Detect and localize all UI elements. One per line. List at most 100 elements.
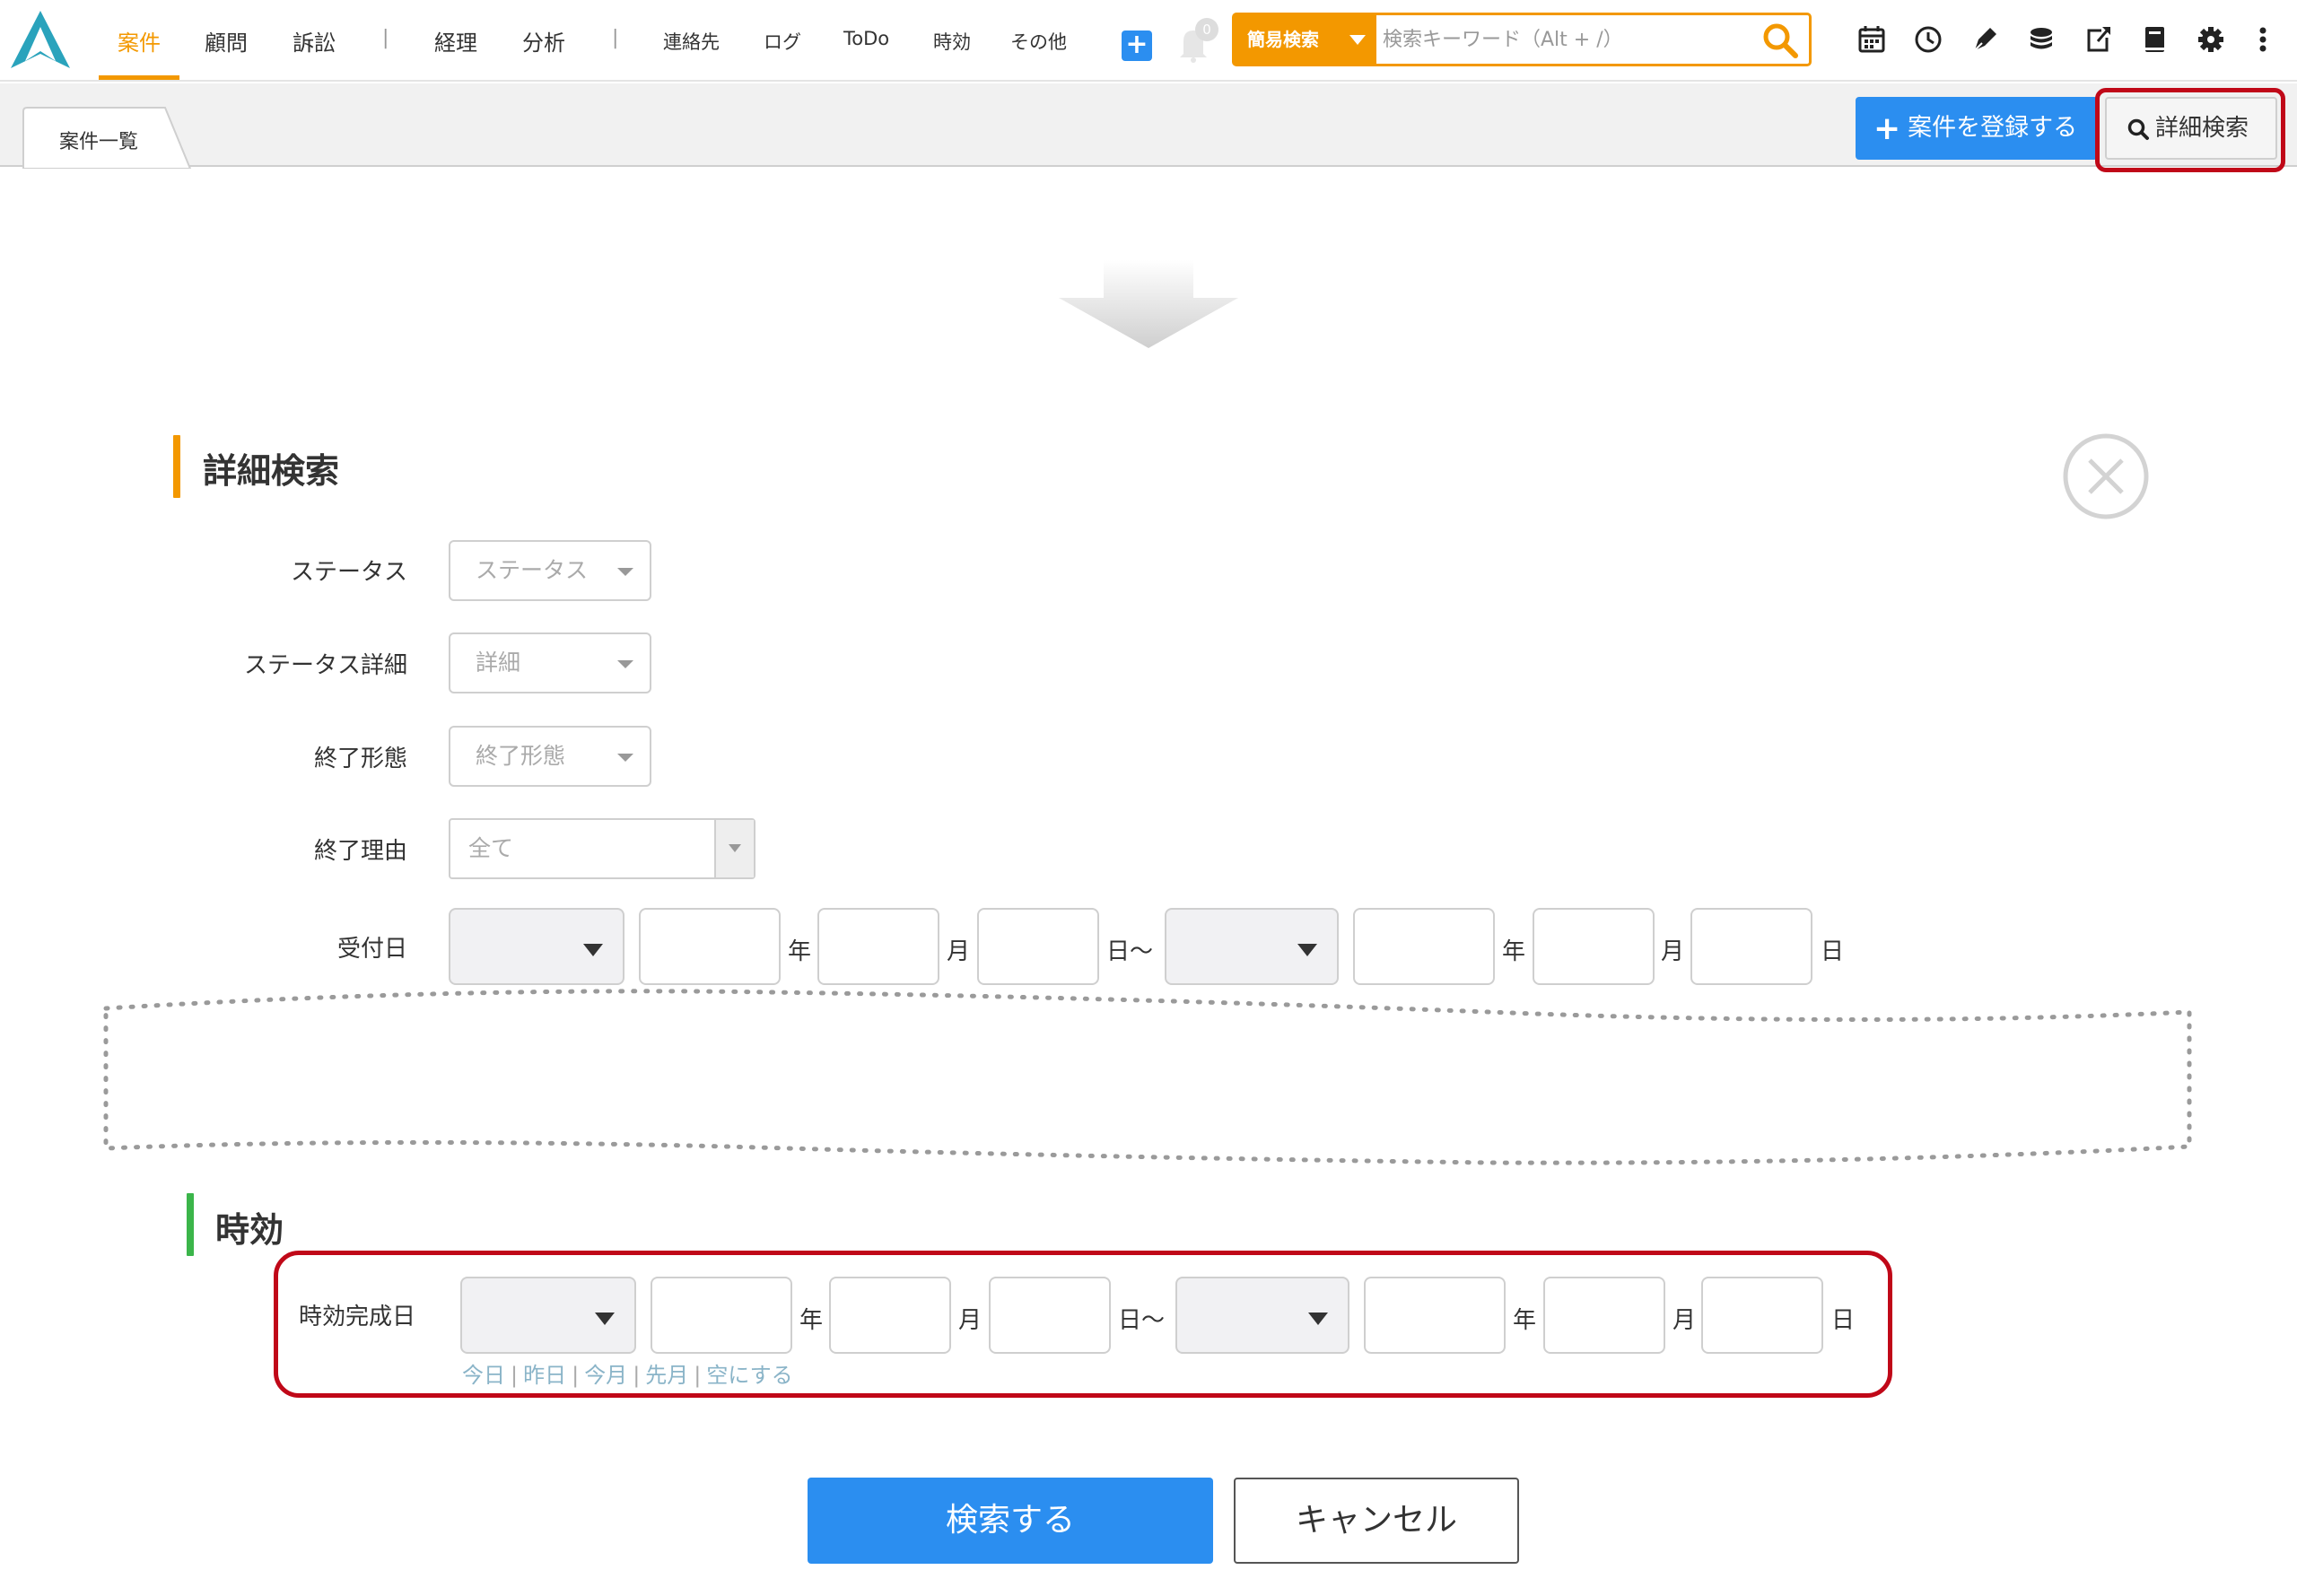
close-icon[interactable] <box>2062 432 2150 520</box>
quick-link-last-month[interactable]: 先月 <box>645 1363 688 1388</box>
completion-date-day-from[interactable] <box>989 1277 1111 1354</box>
status-detail-select[interactable]: 詳細 <box>449 632 651 693</box>
completion-date-era-select-from[interactable] <box>460 1277 636 1354</box>
received-date-era-select-to[interactable] <box>1165 908 1339 985</box>
status-detail-label: ステータス詳細 <box>243 652 407 679</box>
unit-year: 年 <box>1513 1307 1537 1334</box>
end-reason-select[interactable]: 全て <box>449 818 755 879</box>
quick-add-button[interactable]: + <box>1122 31 1152 61</box>
detail-search-title: 詳細検索 <box>203 451 340 491</box>
arrow-down-icon <box>1059 260 1238 348</box>
quick-link-yesterday[interactable]: 昨日 <box>523 1363 566 1388</box>
quick-link-separator: | <box>511 1363 519 1388</box>
nav-item-accounting[interactable]: 経理 <box>434 25 477 57</box>
status-detail-select-value: 詳細 <box>476 650 521 676</box>
tab-case-list[interactable]: 案件一覧 <box>59 126 138 154</box>
status-select[interactable]: ステータス <box>449 540 651 601</box>
nav-item-limitation[interactable]: 時効 <box>933 28 971 55</box>
nav-item-advisory[interactable]: 顧問 <box>205 25 248 57</box>
status-select-value: ステータス <box>476 557 589 583</box>
chevron-down-icon <box>617 568 633 576</box>
unit-month: 月 <box>1661 938 1685 965</box>
pen-icon[interactable] <box>1967 22 2003 57</box>
completion-date-day-to[interactable] <box>1701 1277 1823 1354</box>
received-date-year-from[interactable] <box>639 908 781 985</box>
unit-year: 年 <box>1502 938 1526 965</box>
received-date-era-select-from[interactable] <box>449 908 624 985</box>
search-mode-label: 簡易検索 <box>1247 29 1319 50</box>
calendar-icon[interactable] <box>1854 22 1890 57</box>
quick-link-this-month[interactable]: 今月 <box>584 1363 627 1388</box>
received-date-day-from[interactable] <box>977 908 1099 985</box>
quick-link-separator: | <box>694 1363 702 1388</box>
nav-item-log[interactable]: ログ <box>764 28 801 55</box>
unit-month: 月 <box>958 1307 983 1334</box>
received-date-day-to[interactable] <box>1690 908 1812 985</box>
nav-separator: | <box>382 27 389 49</box>
nav-active-underline <box>99 75 179 80</box>
highlight-frame <box>2095 88 2285 172</box>
chevron-down-icon <box>1297 944 1317 956</box>
quick-link-today[interactable]: 今日 <box>462 1363 505 1388</box>
chevron-down-icon <box>617 754 633 762</box>
chevron-down-icon <box>617 660 633 668</box>
quick-search-box: 簡易検索 <box>1232 13 1812 66</box>
dropdown-arrow-icon <box>714 820 754 877</box>
received-date-year-to[interactable] <box>1353 908 1495 985</box>
limitation-title: 時効 <box>215 1210 284 1250</box>
date-quick-links: 今日 | 昨日 | 今月 | 先月 | 空にする <box>462 1357 793 1389</box>
end-reason-select-value: 全て <box>468 835 514 861</box>
notification-count-badge: 0 <box>1195 18 1218 41</box>
end-type-select-value: 終了形態 <box>476 743 566 769</box>
status-label: ステータス <box>290 559 407 586</box>
app-logo-icon[interactable] <box>9 9 72 70</box>
search-mode-dropdown[interactable]: 簡易検索 <box>1235 15 1376 64</box>
completion-date-era-select-to[interactable] <box>1175 1277 1349 1354</box>
register-case-button[interactable]: + 案件を登録する <box>1856 97 2098 160</box>
unit-month: 月 <box>1673 1307 1697 1334</box>
chevron-down-icon <box>583 944 603 956</box>
omitted-section-placeholder <box>103 989 2192 1165</box>
chevron-down-icon <box>1308 1313 1328 1325</box>
section-accent-bar <box>173 435 180 498</box>
external-link-icon[interactable] <box>2080 22 2116 57</box>
nav-item-litigation[interactable]: 訴訟 <box>293 25 336 57</box>
unit-day: 日 <box>1831 1307 1856 1334</box>
end-type-select[interactable]: 終了形態 <box>449 726 651 787</box>
nav-item-analysis[interactable]: 分析 <box>522 25 565 57</box>
nav-item-contacts[interactable]: 連絡先 <box>663 28 720 55</box>
search-submit-button[interactable]: 検索する <box>808 1478 1213 1564</box>
unit-month: 月 <box>947 938 971 965</box>
unit-year: 年 <box>799 1307 824 1334</box>
unit-year: 年 <box>788 938 812 965</box>
quick-link-separator: | <box>633 1363 641 1388</box>
quick-link-clear[interactable]: 空にする <box>706 1363 792 1388</box>
end-reason-label: 終了理由 <box>313 838 407 865</box>
gear-icon[interactable] <box>2193 22 2229 57</box>
book-icon[interactable] <box>2136 22 2172 57</box>
nav-item-cases[interactable]: 案件 <box>118 25 161 57</box>
completion-date-month-from[interactable] <box>829 1277 951 1354</box>
received-date-month-to[interactable] <box>1533 908 1655 985</box>
search-icon[interactable] <box>1760 21 1800 60</box>
completion-date-month-to[interactable] <box>1543 1277 1665 1354</box>
completion-date-label: 時効完成日 <box>299 1304 416 1330</box>
clock-icon[interactable] <box>1910 22 1946 57</box>
search-input[interactable] <box>1383 22 1760 57</box>
nav-item-other[interactable]: その他 <box>1010 28 1067 55</box>
completion-date-year-from[interactable] <box>651 1277 792 1354</box>
nav-separator: | <box>612 27 619 49</box>
more-vertical-icon[interactable] <box>2252 22 2274 57</box>
completion-date-year-to[interactable] <box>1364 1277 1506 1354</box>
received-date-label: 受付日 <box>336 936 407 963</box>
nav-item-todo[interactable]: ToDo <box>843 28 889 49</box>
plus-icon: + <box>1873 109 1901 147</box>
coins-icon[interactable] <box>2023 22 2059 57</box>
received-date-month-from[interactable] <box>817 908 939 985</box>
end-type-label: 終了形態 <box>313 746 407 772</box>
unit-day-range: 日〜 <box>1118 1307 1166 1334</box>
unit-day: 日 <box>1821 938 1845 965</box>
chevron-down-icon <box>1349 35 1366 45</box>
cancel-button[interactable]: キャンセル <box>1234 1478 1519 1564</box>
section-accent-bar <box>187 1193 194 1256</box>
